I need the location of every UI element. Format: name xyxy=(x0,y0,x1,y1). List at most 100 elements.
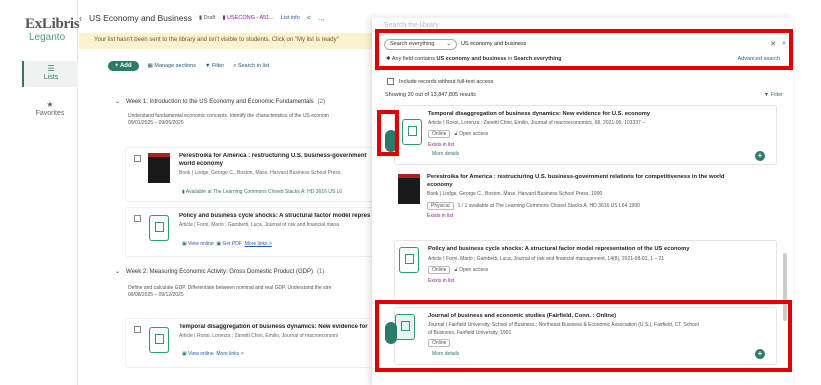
result-title[interactable]: Temporal disaggregation of business dyna… xyxy=(428,111,650,117)
exists-in-list: Exists in list xyxy=(428,278,455,284)
item-title[interactable]: Perestroika for America : restructuring … xyxy=(179,153,374,159)
search-in-list-button[interactable]: ⌕ Search in list xyxy=(233,63,269,70)
checkbox[interactable] xyxy=(387,78,394,85)
search-panel: Search the library Search everything ⌄ ✕… xyxy=(372,18,793,385)
scope-select[interactable]: Search everything ⌄ xyxy=(384,38,457,50)
item-checkbox[interactable] xyxy=(134,215,141,222)
more-menu-icon[interactable]: … xyxy=(318,15,325,22)
include-label: Include records without full-text access xyxy=(399,78,494,85)
result-meta: Article | Rossi, Lorenza ; Zanetti Chini… xyxy=(428,120,645,126)
result-badges: Online 🔓︎ Open access xyxy=(428,266,488,274)
view-online-link[interactable]: View online xyxy=(188,351,213,357)
course-badge[interactable]: ▮ USECONG - A51... xyxy=(222,15,273,21)
panel-title: Search the library xyxy=(384,22,439,29)
result-title[interactable]: Policy and business cycle shocks: A stru… xyxy=(428,246,689,252)
section-desc-text: Define and calculate GDP. Differentiate … xyxy=(128,285,332,291)
list-header: ‹ US Economy and Business ▮ Draft ▮ USEC… xyxy=(79,9,373,27)
list-item[interactable]: Temporal disaggregation of business dyna… xyxy=(125,318,375,368)
search-icon[interactable]: ⌕ xyxy=(782,40,786,48)
logo-text: ExLibris xyxy=(25,16,80,32)
section-week-1[interactable]: ⌄ Week 1: Introduction to the US Economy … xyxy=(115,98,325,105)
filter-label: Filter xyxy=(770,92,783,98)
collapse-chevron-icon[interactable]: ⌄ xyxy=(115,269,120,275)
section-description: Understand fundamental economic concepts… xyxy=(128,113,329,127)
view-online-link[interactable]: View online xyxy=(188,241,213,247)
manage-sections-button[interactable]: ▦ Manage sections xyxy=(148,63,196,69)
rail-item-lists[interactable]: ☰ Lists xyxy=(22,61,78,87)
availability[interactable]: ▮ Available at The Learning Commons Clos… xyxy=(182,189,342,195)
more-details-link[interactable]: More details xyxy=(432,151,459,157)
list-item[interactable]: Policy and business cycle shocks: A stru… xyxy=(125,207,375,257)
rail-item-label: Lists xyxy=(43,74,59,81)
results-count: Showing 20 out of 13,847,805 results xyxy=(385,92,476,98)
search-in-list-label: Search in list xyxy=(237,62,270,69)
add-button[interactable]: + Add xyxy=(108,61,139,71)
share-icon[interactable]: < xyxy=(307,15,311,22)
clear-icon[interactable]: ✕ xyxy=(770,40,776,48)
search-hint: ✱ Any field contains US economy and busi… xyxy=(386,56,784,62)
item-meta: Article | Forni, Mario ; Gambetti, Luca,… xyxy=(179,222,339,228)
physical-detail: 1 / 1 available at The Learning Commons … xyxy=(457,203,640,209)
lock-open-icon: 🔓︎ xyxy=(454,131,458,137)
exists-in-list: Exists in list xyxy=(428,142,455,148)
item-checkbox[interactable] xyxy=(134,326,141,333)
availability-text: Available at The Learning Commons Closed… xyxy=(185,189,343,195)
result-badges: Online 🔓︎ Open access xyxy=(428,130,488,138)
item-title-cont[interactable]: world economy xyxy=(179,161,374,167)
section-dates: 09/01/2025 – 09/05/2025 xyxy=(128,120,184,126)
section-week-2[interactable]: ⌄ Week 2: Measuring Economic Activity: Gr… xyxy=(115,268,324,275)
rail-item-favorites[interactable]: ★ Favorites xyxy=(22,100,78,117)
grid-icon: ▦ xyxy=(147,63,153,69)
star-icon: ★ xyxy=(46,100,54,109)
list-item[interactable]: Perestroika for America : restructuring … xyxy=(125,147,375,202)
include-records-checkbox[interactable]: Include records without full-text access xyxy=(387,78,493,85)
advanced-search-link[interactable]: Advanced search xyxy=(738,56,781,62)
book-cover-image xyxy=(148,153,170,183)
list-icon: ☰ xyxy=(47,64,55,73)
more-links-link[interactable]: More links > xyxy=(216,351,243,357)
course-label: USECONG - A51... xyxy=(227,15,274,21)
back-chevron-icon[interactable]: ‹ xyxy=(79,13,82,23)
hint-scope: Search everything xyxy=(513,56,562,62)
item-title[interactable]: Policy and business cycle shocks: A stru… xyxy=(179,213,374,219)
section-title: Week 2: Measuring Economic Activity: Gro… xyxy=(126,269,313,275)
collapse-chevron-icon[interactable]: ⌄ xyxy=(115,99,120,105)
left-rail: ExLibris Leganto ☰ Lists ★ Favorites xyxy=(0,0,80,385)
item-checkbox[interactable] xyxy=(134,155,141,162)
section-count: (1) xyxy=(316,269,325,275)
item-title[interactable]: Temporal disaggregation of business dyna… xyxy=(179,324,374,330)
status-banner: Your list hasn't been sent to the librar… xyxy=(79,33,377,49)
result-availability: Physical 1 / 1 available at The Learning … xyxy=(427,202,640,210)
draft-badge: ▮ Draft xyxy=(199,15,216,21)
exlibris-logo: ExLibris Leganto xyxy=(25,16,80,43)
search-icon: ⌕ xyxy=(233,62,237,69)
highlight-box-drag xyxy=(377,110,399,156)
more-links-link[interactable]: More links > xyxy=(245,241,272,247)
open-access-label: 🔓︎ Open access xyxy=(454,267,488,273)
manage-sections-label: Manage sections xyxy=(154,63,196,69)
highlight-box-journal xyxy=(375,300,792,372)
page-title: US Economy and Business xyxy=(89,13,192,23)
results-filter-button[interactable]: ▼ Filter xyxy=(764,92,783,98)
book-icon: ▮ xyxy=(182,189,185,195)
hint-in: in xyxy=(508,56,513,62)
list-info-link[interactable]: List info xyxy=(281,15,300,21)
filter-label: Filter xyxy=(211,63,225,69)
result-title[interactable]: Perestroika for America : restructuring … xyxy=(427,174,724,180)
scope-value: Search everything xyxy=(390,41,435,47)
result-item[interactable]: Temporal disaggregation of business dyna… xyxy=(394,105,777,165)
view-online-icon: ▣ xyxy=(182,351,187,357)
article-icon xyxy=(149,215,169,241)
lock-open-icon: 🔓︎ xyxy=(454,267,458,273)
search-input[interactable] xyxy=(456,38,765,50)
result-item[interactable]: Policy and business cycle shocks: A stru… xyxy=(394,240,777,305)
hint-prefix: Any field contains xyxy=(391,56,435,62)
filter-button[interactable]: ▼ Filter xyxy=(205,63,224,69)
get-pdf-link[interactable]: Get PDF xyxy=(223,241,242,247)
result-meta: Article | Forni, Mario ; Gambetti, Luca,… xyxy=(428,256,665,262)
pdf-icon: ▣ xyxy=(216,241,222,247)
open-access-label: 🔓︎ Open access xyxy=(454,131,488,137)
add-to-list-button[interactable]: + xyxy=(755,151,765,161)
result-title-cont[interactable]: economy xyxy=(427,182,452,188)
result-item[interactable]: Perestroika for America : restructuring … xyxy=(394,169,777,239)
